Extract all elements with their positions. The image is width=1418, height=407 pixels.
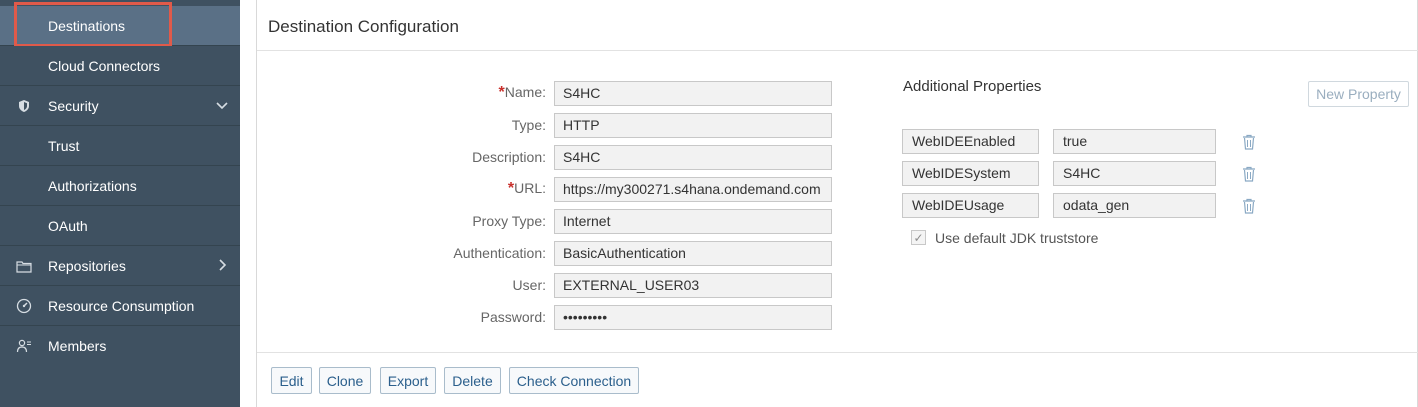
sidebar-item-cloud-connectors[interactable]: Cloud Connectors <box>0 46 240 86</box>
sidebar: Destinations Cloud Connectors Security T… <box>0 0 240 407</box>
trash-icon[interactable] <box>1241 165 1257 183</box>
delete-button[interactable]: Delete <box>444 367 501 394</box>
property-value-field[interactable]: S4HC <box>1053 161 1216 186</box>
highlight-box <box>14 2 172 47</box>
name-field[interactable]: S4HC <box>554 81 832 106</box>
jdk-truststore-label: Use default JDK truststore <box>935 230 1099 246</box>
sidebar-item-label: Resource Consumption <box>48 298 195 314</box>
sidebar-item-label: Trust <box>48 138 80 154</box>
chevron-right-icon[interactable] <box>214 257 230 273</box>
destination-configuration-panel: Destination Configuration *Name: S4HC Ty… <box>256 0 1418 407</box>
type-label: Type: <box>511 117 546 133</box>
edit-button[interactable]: Edit <box>271 367 312 394</box>
sidebar-item-label: Repositories <box>48 258 126 274</box>
additional-properties-title: Additional Properties <box>903 78 1042 95</box>
property-value-field[interactable]: odata_gen <box>1053 193 1216 218</box>
chevron-down-icon[interactable] <box>214 97 230 113</box>
sidebar-item-oauth[interactable]: OAuth <box>0 206 240 246</box>
folder-icon <box>16 258 32 274</box>
sidebar-item-label: Members <box>48 338 107 354</box>
property-key-field[interactable]: WebIDESystem <box>902 161 1039 186</box>
description-label: Description: <box>472 149 546 165</box>
sidebar-item-label: OAuth <box>48 218 88 234</box>
export-button[interactable]: Export <box>380 367 436 394</box>
sidebar-item-label: Authorizations <box>48 178 137 194</box>
gauge-icon <box>16 298 32 314</box>
description-field[interactable]: S4HC <box>554 145 832 170</box>
clone-button[interactable]: Clone <box>319 367 371 394</box>
trash-icon[interactable] <box>1241 197 1257 215</box>
authentication-field[interactable]: BasicAuthentication <box>554 241 832 266</box>
sidebar-item-security[interactable]: Security <box>0 86 240 126</box>
url-label: *URL: <box>507 180 546 197</box>
panel-header: Destination Configuration <box>257 0 1418 51</box>
check-connection-button[interactable]: Check Connection <box>509 367 639 394</box>
checkmark-icon: ✓ <box>913 230 924 245</box>
user-label: User: <box>512 277 546 293</box>
proxy-type-label: Proxy Type: <box>472 213 546 229</box>
authentication-label: Authentication: <box>453 245 546 261</box>
sidebar-item-label: Security <box>48 98 99 114</box>
sidebar-item-repositories[interactable]: Repositories <box>0 246 240 286</box>
new-property-button[interactable]: New Property <box>1308 81 1409 107</box>
sidebar-item-members[interactable]: Members <box>0 326 240 366</box>
sidebar-item-authorizations[interactable]: Authorizations <box>0 166 240 206</box>
trash-icon[interactable] <box>1241 133 1257 151</box>
sidebar-item-label: Cloud Connectors <box>48 58 161 74</box>
property-value-field[interactable]: true <box>1053 129 1216 154</box>
members-icon <box>16 338 32 354</box>
sidebar-item-resource-consumption[interactable]: Resource Consumption <box>0 286 240 326</box>
type-field[interactable]: HTTP <box>554 113 832 138</box>
shield-icon <box>16 98 32 114</box>
sidebar-item-trust[interactable]: Trust <box>0 126 240 166</box>
name-label: *Name: <box>498 84 546 101</box>
password-field[interactable]: ••••••••• <box>554 305 832 330</box>
user-field[interactable]: EXTERNAL_USER03 <box>554 273 832 298</box>
url-field[interactable]: https://my300271.s4hana.ondemand.com <box>554 177 832 202</box>
property-key-field[interactable]: WebIDEEnabled <box>902 129 1039 154</box>
jdk-truststore-checkbox[interactable]: ✓ <box>911 230 926 245</box>
password-label: Password: <box>480 309 546 325</box>
property-key-field[interactable]: WebIDEUsage <box>902 193 1039 218</box>
action-bar: Edit Clone Export Delete Check Connectio… <box>257 352 1418 407</box>
proxy-type-field[interactable]: Internet <box>554 209 832 234</box>
page-title: Destination Configuration <box>268 17 459 36</box>
